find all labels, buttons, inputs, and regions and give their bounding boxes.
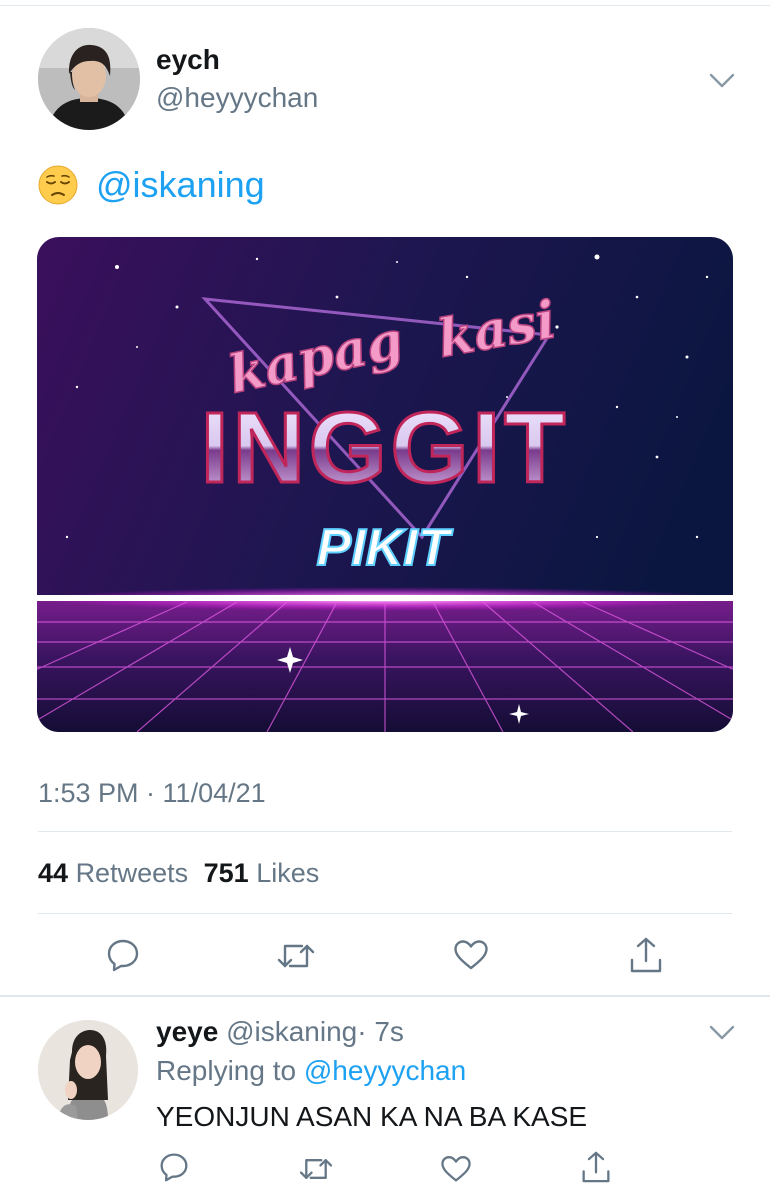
author-avatar[interactable] <box>38 28 140 130</box>
pensive-face-icon <box>38 165 78 205</box>
comment-icon <box>159 1153 189 1186</box>
reply-author-avatar[interactable] <box>38 1020 138 1120</box>
retweet-icon <box>298 1159 334 1188</box>
comment-icon <box>106 939 140 976</box>
tweet-mention-link[interactable]: @iskaning <box>96 164 265 206</box>
reply-reply-button[interactable] <box>159 1152 189 1187</box>
retweet-button[interactable] <box>276 939 316 978</box>
chevron-down-icon[interactable] <box>708 72 736 90</box>
share-icon <box>581 1151 611 1188</box>
reply-text: YEONJUN ASAN KA NA BA KASE <box>156 1101 588 1132</box>
author-name[interactable]: eych <box>156 44 220 76</box>
top-divider <box>0 5 770 6</box>
divider <box>38 913 732 914</box>
image-word-inggit: INGGIT <box>201 392 569 504</box>
thread-divider <box>0 995 770 997</box>
divider <box>38 831 732 832</box>
image-word-pikit: PIKIT <box>317 519 454 577</box>
share-icon <box>629 937 663 978</box>
tweet-stats: 44 Retweets 751 Likes <box>38 858 319 889</box>
reply-header: yeye @iskaning· 7s <box>156 1016 404 1048</box>
heart-icon <box>453 940 489 975</box>
retweets-label[interactable]: Retweets <box>76 858 189 888</box>
tweet-text: @iskaning <box>38 164 265 206</box>
reply-button[interactable] <box>106 938 140 977</box>
author-handle[interactable]: @heyyychan <box>156 82 318 114</box>
reply-retweet-button[interactable] <box>298 1154 334 1189</box>
reply-like-button[interactable] <box>440 1155 472 1188</box>
replying-to-mention[interactable]: @heyyychan <box>304 1055 466 1086</box>
reply-share-button[interactable] <box>581 1150 611 1189</box>
chevron-down-icon[interactable] <box>708 1024 736 1042</box>
heart-icon <box>440 1156 472 1187</box>
reply-time[interactable]: · 7s <box>357 1016 404 1047</box>
likes-label[interactable]: Likes <box>256 858 319 888</box>
retweet-icon <box>276 944 316 977</box>
replying-to-label: Replying to <box>156 1055 297 1086</box>
retweets-count[interactable]: 44 <box>38 858 68 888</box>
tweet-timestamp[interactable]: 1:53 PM · 11/04/21 <box>38 778 266 809</box>
tweet-image[interactable]: kapag kasi INGGIT PIKIT <box>37 237 733 732</box>
share-button[interactable] <box>629 936 663 979</box>
reply-author-name[interactable]: yeye <box>156 1016 218 1047</box>
reply-author-handle[interactable]: @iskaning <box>226 1016 357 1047</box>
like-button[interactable] <box>453 939 489 976</box>
replying-to: Replying to @heyyychan <box>156 1055 466 1087</box>
likes-count[interactable]: 751 <box>204 858 249 888</box>
